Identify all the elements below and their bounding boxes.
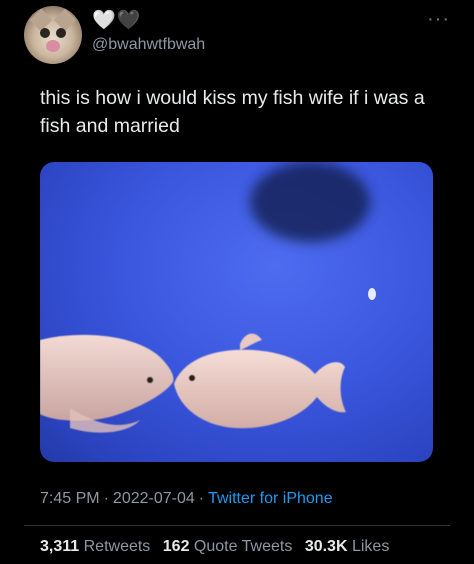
tweet-time: 7:45 PM — [40, 490, 100, 507]
tweet-media[interactable] — [40, 162, 433, 462]
avatar[interactable] — [24, 6, 82, 64]
likes-count: 30.3K — [304, 538, 348, 555]
tweet-text: this is how i would kiss my fish wife if… — [40, 87, 425, 137]
avatar-eye-left — [40, 28, 50, 38]
meta-separator: · — [103, 490, 109, 507]
retweets-count: 3,311 — [40, 538, 80, 555]
retweets-label: Retweets — [83, 538, 151, 555]
white-heart-icon: 🤍 — [92, 10, 117, 31]
more-horizontal-icon[interactable]: ··· — [427, 8, 450, 31]
avatar-ear-left — [29, 8, 53, 32]
user-handle[interactable]: @bwahwtfbwah — [92, 36, 205, 54]
likes-label: Likes — [351, 538, 390, 555]
meta-separator: · — [198, 490, 205, 507]
quote-tweets-label: Quote Tweets — [193, 538, 293, 555]
tweet-source-link[interactable]: Twitter for iPhone — [208, 490, 333, 507]
tweet-date: 2022-07-04 — [112, 490, 195, 507]
likes-stat[interactable]: 30.3K Likes — [305, 538, 390, 555]
retweets-stat[interactable]: 3,311 Retweets — [40, 538, 150, 555]
tweet-stats: 3,311 Retweets 162 Quote Tweets 30.3K Li… — [40, 538, 397, 556]
kissing-fish-image — [40, 333, 346, 433]
display-name[interactable]: 🤍🖤 — [92, 9, 142, 32]
avatar-ear-right — [53, 8, 77, 32]
black-heart-icon: 🖤 — [116, 9, 142, 31]
divider — [24, 525, 450, 526]
quote-tweets-count: 162 — [162, 538, 190, 555]
tweet-meta: 7:45 PM · 2022-07-04 · Twitter for iPhone — [40, 490, 333, 508]
avatar-pacifier — [46, 40, 60, 52]
quote-tweets-stat[interactable]: 162 Quote Tweets — [163, 538, 293, 555]
avatar-eye-right — [56, 28, 66, 38]
